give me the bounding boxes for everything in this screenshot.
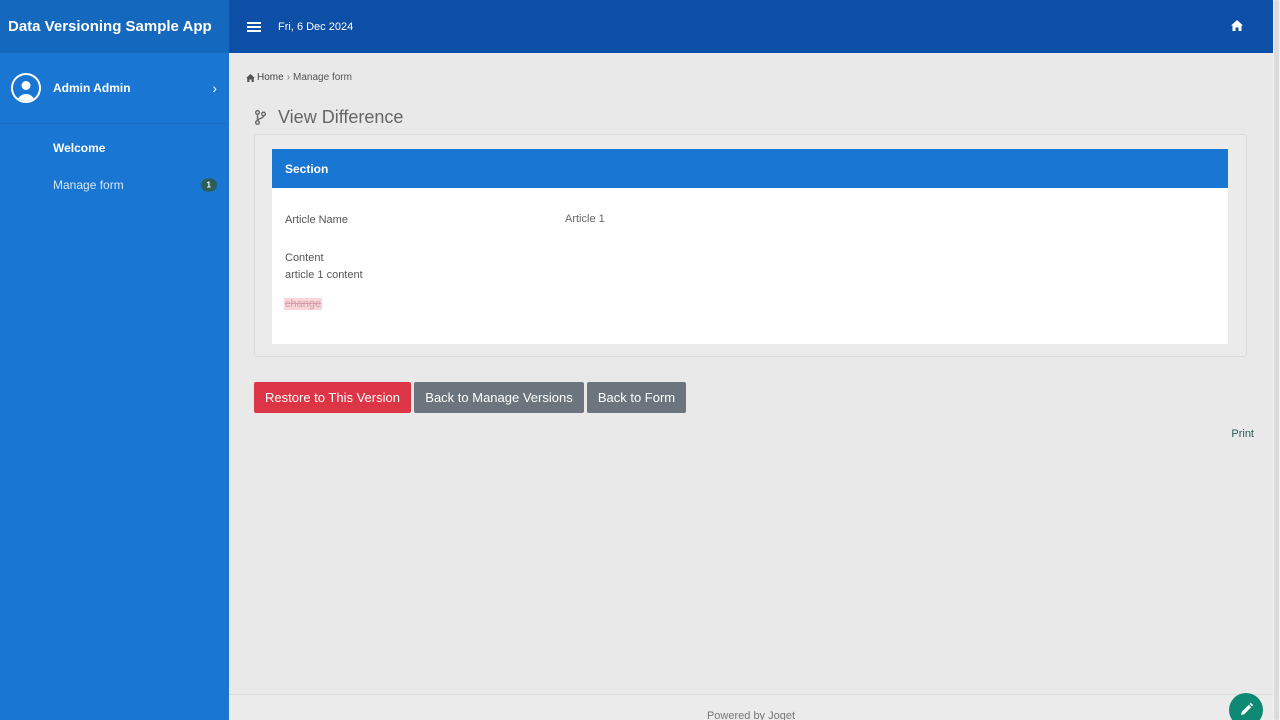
branch-icon: [255, 110, 266, 125]
edit-fab-button[interactable]: [1229, 693, 1263, 720]
section-header: Section: [272, 149, 1228, 188]
restore-version-button[interactable]: Restore to This Version: [254, 382, 411, 413]
diff-change-marker: change: [284, 298, 323, 310]
sidebar-item-label: Manage form: [53, 177, 124, 192]
chevron-right-icon: ›: [212, 80, 217, 96]
sidebar-item-welcome[interactable]: Welcome: [0, 129, 229, 166]
pencil-icon: [1241, 702, 1254, 715]
footer: Powered by Joget: [229, 694, 1273, 720]
menu-toggle-icon[interactable]: [247, 21, 261, 32]
breadcrumb: Home › Manage form: [246, 72, 352, 83]
home-icon[interactable]: [1231, 20, 1243, 31]
field-label-article-name: Article Name: [285, 214, 348, 226]
field-label-content: Content: [285, 252, 324, 264]
sidebar: Data Versioning Sample App Admin Admin ›…: [0, 0, 229, 720]
print-link[interactable]: Print: [1231, 428, 1254, 440]
form-section: Section Article Name Article 1 Content a…: [272, 149, 1228, 344]
sidebar-item-manage-form[interactable]: Manage form 1: [0, 166, 229, 203]
count-badge: 1: [200, 178, 217, 191]
breadcrumb-separator: ›: [286, 72, 291, 83]
current-date: Fri, 6 Dec 2024: [278, 20, 354, 33]
back-to-form-button[interactable]: Back to Form: [587, 382, 686, 413]
app-title[interactable]: Data Versioning Sample App: [0, 0, 229, 53]
back-to-versions-button[interactable]: Back to Manage Versions: [414, 382, 584, 413]
breadcrumb-home-link[interactable]: Home: [246, 72, 284, 83]
user-profile-menu[interactable]: Admin Admin ›: [0, 53, 229, 124]
topbar: Fri, 6 Dec 2024: [229, 0, 1273, 53]
breadcrumb-current: Manage form: [293, 72, 352, 83]
user-avatar-icon: [11, 73, 41, 103]
sidebar-item-label: Welcome: [53, 140, 106, 155]
page-title-text: View Difference: [278, 107, 404, 127]
page-title: View Difference: [255, 107, 403, 128]
breadcrumb-home-label: Home: [257, 72, 284, 83]
user-name: Admin Admin: [53, 81, 131, 95]
field-value-article-name: Article 1: [565, 213, 605, 225]
field-value-content: article 1 content: [285, 269, 363, 281]
page-scrollbar[interactable]: [1273, 0, 1280, 720]
home-icon: [246, 73, 255, 82]
footer-text: Powered by Joget: [706, 710, 796, 720]
